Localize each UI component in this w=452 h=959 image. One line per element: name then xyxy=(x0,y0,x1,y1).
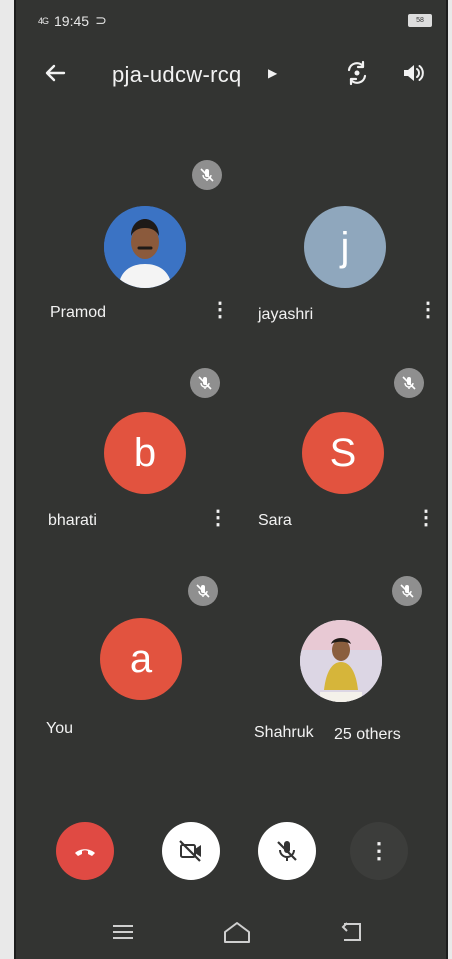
avatar-letter: a xyxy=(129,636,153,681)
status-bar: 4G 19:45 ⊃ 58 xyxy=(38,12,432,30)
back-nav-icon[interactable] xyxy=(340,922,364,947)
avatar-letter: j xyxy=(340,224,350,269)
toggle-camera-button[interactable] xyxy=(162,822,220,880)
participant-tile[interactable]: b bharati ⋮ xyxy=(26,360,232,560)
mic-off-icon xyxy=(394,368,424,398)
sync-icon: ⊃ xyxy=(95,12,107,28)
battery-icon: 58 xyxy=(408,14,432,27)
phone-screen: 4G 19:45 ⊃ 58 pja-udcw-rcq ▶ Pramod ⋮ j … xyxy=(14,0,448,959)
participant-tile[interactable]: Shahruk 25 others xyxy=(234,568,440,768)
participant-name: Pramod xyxy=(50,304,107,321)
mic-off-icon xyxy=(188,576,218,606)
call-header: pja-udcw-rcq ▶ xyxy=(16,54,446,94)
mic-off-icon xyxy=(190,368,220,398)
home-icon[interactable] xyxy=(222,920,252,949)
camera-off-icon xyxy=(179,840,201,862)
mic-off-icon xyxy=(192,160,222,190)
caret-right-icon[interactable]: ▶ xyxy=(268,66,277,80)
speaker-icon[interactable] xyxy=(400,60,426,86)
switch-camera-icon[interactable] xyxy=(344,60,370,86)
participant-name: You xyxy=(46,720,73,737)
status-time: 19:45 xyxy=(54,12,90,29)
participant-tile[interactable]: j jayashri ⋮ xyxy=(234,150,440,350)
avatar xyxy=(104,206,186,288)
more-vert-icon[interactable]: ⋮ xyxy=(210,300,230,320)
participant-tile[interactable]: a You xyxy=(26,568,232,768)
more-vert-icon[interactable]: ⋮ xyxy=(418,300,438,320)
end-call-button[interactable] xyxy=(56,822,114,880)
participant-tile[interactable]: S Sara ⋮ xyxy=(234,360,440,560)
avatar: a xyxy=(100,618,182,700)
avatar-letter: S xyxy=(329,430,357,475)
call-controls: ⋮ xyxy=(16,822,446,886)
others-count[interactable]: 25 others xyxy=(334,726,401,744)
avatar: j xyxy=(304,206,386,288)
hang-up-icon xyxy=(75,849,95,856)
more-vert-icon[interactable]: ⋮ xyxy=(416,508,436,528)
more-options-button[interactable]: ⋮ xyxy=(350,822,408,880)
meeting-code[interactable]: pja-udcw-rcq xyxy=(112,62,242,88)
avatar xyxy=(300,620,382,702)
avatar: b xyxy=(104,412,186,494)
back-arrow-icon[interactable] xyxy=(44,60,66,91)
participant-tile[interactable]: Pramod ⋮ xyxy=(26,150,232,350)
toggle-mic-button[interactable] xyxy=(258,822,316,880)
more-vert-icon[interactable]: ⋮ xyxy=(208,508,228,528)
participant-name: Shahruk xyxy=(254,724,314,741)
mic-off-icon xyxy=(392,576,422,606)
menu-icon[interactable] xyxy=(112,924,134,945)
avatar: S xyxy=(302,412,384,494)
signal-icon: 4G xyxy=(38,15,49,26)
participant-name: jayashri xyxy=(258,306,314,323)
participant-name: Sara xyxy=(258,512,292,529)
participant-name: bharati xyxy=(48,512,97,529)
system-nav-bar xyxy=(16,918,446,952)
more-vert-icon: ⋮ xyxy=(368,838,390,863)
avatar-letter: b xyxy=(133,430,157,475)
mic-off-icon xyxy=(277,841,297,861)
